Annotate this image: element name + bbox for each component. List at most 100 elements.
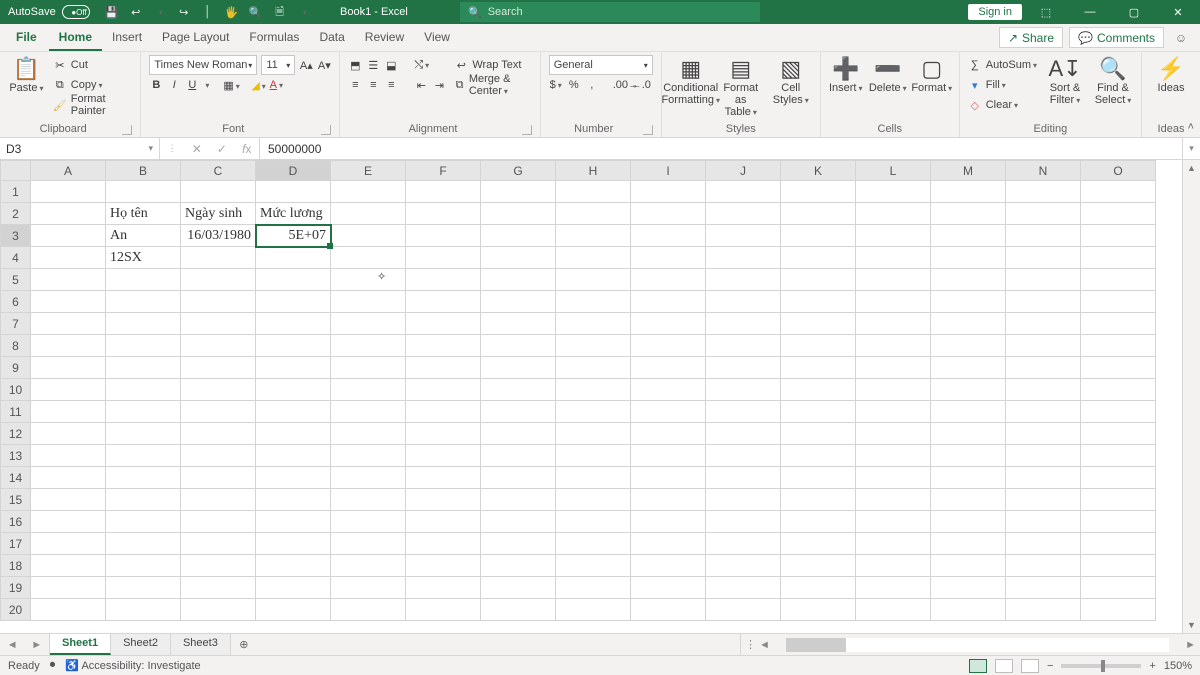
- cell-D11[interactable]: [256, 401, 331, 423]
- cell-K14[interactable]: [781, 467, 856, 489]
- cell-O5[interactable]: [1081, 269, 1156, 291]
- cell-N17[interactable]: [1006, 533, 1081, 555]
- cell-O17[interactable]: [1081, 533, 1156, 555]
- cell-C14[interactable]: [181, 467, 256, 489]
- number-launcher-icon[interactable]: [643, 125, 653, 135]
- cell-M14[interactable]: [931, 467, 1006, 489]
- tab-home[interactable]: Home: [49, 24, 102, 51]
- cell-O4[interactable]: [1081, 247, 1156, 269]
- cell-G16[interactable]: [481, 511, 556, 533]
- cell-B3[interactable]: An: [106, 225, 181, 247]
- cell-G4[interactable]: [481, 247, 556, 269]
- align-center-icon[interactable]: ≡: [366, 79, 380, 91]
- row-header-1[interactable]: 1: [1, 181, 31, 203]
- cell-E18[interactable]: [331, 555, 406, 577]
- cell-N12[interactable]: [1006, 423, 1081, 445]
- row-header-16[interactable]: 16: [1, 511, 31, 533]
- horizontal-scrollbar[interactable]: ⋮ ◄►: [740, 634, 1200, 655]
- font-name-input[interactable]: Times New Roman▾: [149, 55, 257, 75]
- orientation-icon[interactable]: ⤭: [414, 59, 428, 72]
- cell-L9[interactable]: [856, 357, 931, 379]
- cell-F8[interactable]: [406, 335, 481, 357]
- tab-data[interactable]: Data: [309, 24, 354, 51]
- align-right-icon[interactable]: ≡: [384, 79, 398, 91]
- cell-A2[interactable]: [31, 203, 106, 225]
- tab-file[interactable]: File: [6, 24, 47, 51]
- cell-F15[interactable]: [406, 489, 481, 511]
- cell-M20[interactable]: [931, 599, 1006, 621]
- copy-button[interactable]: ⧉Copy: [53, 76, 133, 94]
- cell-F12[interactable]: [406, 423, 481, 445]
- cell-L3[interactable]: [856, 225, 931, 247]
- cell-A8[interactable]: [31, 335, 106, 357]
- cell-M4[interactable]: [931, 247, 1006, 269]
- cell-A5[interactable]: [31, 269, 106, 291]
- cell-J10[interactable]: [706, 379, 781, 401]
- col-header-B[interactable]: B: [106, 161, 181, 181]
- formula-input[interactable]: 50000000: [260, 138, 1182, 159]
- cell-H18[interactable]: [556, 555, 631, 577]
- cell-C15[interactable]: [181, 489, 256, 511]
- cut-button[interactable]: ✂Cut: [53, 56, 133, 74]
- cell-F7[interactable]: [406, 313, 481, 335]
- cell-K8[interactable]: [781, 335, 856, 357]
- cell-B13[interactable]: [106, 445, 181, 467]
- cell-H19[interactable]: [556, 577, 631, 599]
- cell-F2[interactable]: [406, 203, 481, 225]
- save-icon[interactable]: 💾: [102, 6, 122, 19]
- cell-N5[interactable]: [1006, 269, 1081, 291]
- cell-H13[interactable]: [556, 445, 631, 467]
- cell-B15[interactable]: [106, 489, 181, 511]
- cell-H9[interactable]: [556, 357, 631, 379]
- cell-A4[interactable]: [31, 247, 106, 269]
- cell-N1[interactable]: [1006, 181, 1081, 203]
- cell-G13[interactable]: [481, 445, 556, 467]
- col-header-E[interactable]: E: [331, 161, 406, 181]
- cell-D2[interactable]: Mức lương: [256, 203, 331, 225]
- select-all-corner[interactable]: [1, 161, 31, 181]
- grow-font-icon[interactable]: A▴: [299, 59, 313, 72]
- format-cells-button[interactable]: ▢Format: [913, 56, 951, 95]
- cell-K6[interactable]: [781, 291, 856, 313]
- fx-icon[interactable]: fx: [242, 142, 251, 156]
- cell-L12[interactable]: [856, 423, 931, 445]
- cell-L20[interactable]: [856, 599, 931, 621]
- cell-M18[interactable]: [931, 555, 1006, 577]
- cell-B16[interactable]: [106, 511, 181, 533]
- page-break-view-icon[interactable]: [1021, 659, 1039, 673]
- cell-A6[interactable]: [31, 291, 106, 313]
- cell-K12[interactable]: [781, 423, 856, 445]
- cell-G1[interactable]: [481, 181, 556, 203]
- row-header-11[interactable]: 11: [1, 401, 31, 423]
- vertical-scrollbar[interactable]: ▲▼: [1182, 160, 1200, 633]
- comma-icon[interactable]: ,: [585, 79, 599, 91]
- search-box[interactable]: 🔍 Search: [460, 2, 760, 22]
- col-header-A[interactable]: A: [31, 161, 106, 181]
- cell-A1[interactable]: [31, 181, 106, 203]
- cell-F9[interactable]: [406, 357, 481, 379]
- cell-B11[interactable]: [106, 401, 181, 423]
- cell-G19[interactable]: [481, 577, 556, 599]
- insert-cells-button[interactable]: ➕Insert: [829, 56, 863, 95]
- cell-C3[interactable]: 16/03/1980: [181, 225, 256, 247]
- cell-G15[interactable]: [481, 489, 556, 511]
- feedback-icon[interactable]: ☺: [1168, 24, 1194, 51]
- format-as-table-button[interactable]: ▤Format as Table: [720, 56, 762, 119]
- cell-I4[interactable]: [631, 247, 706, 269]
- cell-N16[interactable]: [1006, 511, 1081, 533]
- cell-A17[interactable]: [31, 533, 106, 555]
- cell-I1[interactable]: [631, 181, 706, 203]
- sheet-tab-sheet1[interactable]: Sheet1: [50, 634, 111, 655]
- cell-C6[interactable]: [181, 291, 256, 313]
- cell-D4[interactable]: [256, 247, 331, 269]
- cell-J13[interactable]: [706, 445, 781, 467]
- cell-A7[interactable]: [31, 313, 106, 335]
- zoom-slider[interactable]: [1061, 664, 1141, 668]
- cell-C10[interactable]: [181, 379, 256, 401]
- cell-B20[interactable]: [106, 599, 181, 621]
- cell-L2[interactable]: [856, 203, 931, 225]
- cell-B8[interactable]: [106, 335, 181, 357]
- cell-M12[interactable]: [931, 423, 1006, 445]
- cell-E8[interactable]: [331, 335, 406, 357]
- cell-N18[interactable]: [1006, 555, 1081, 577]
